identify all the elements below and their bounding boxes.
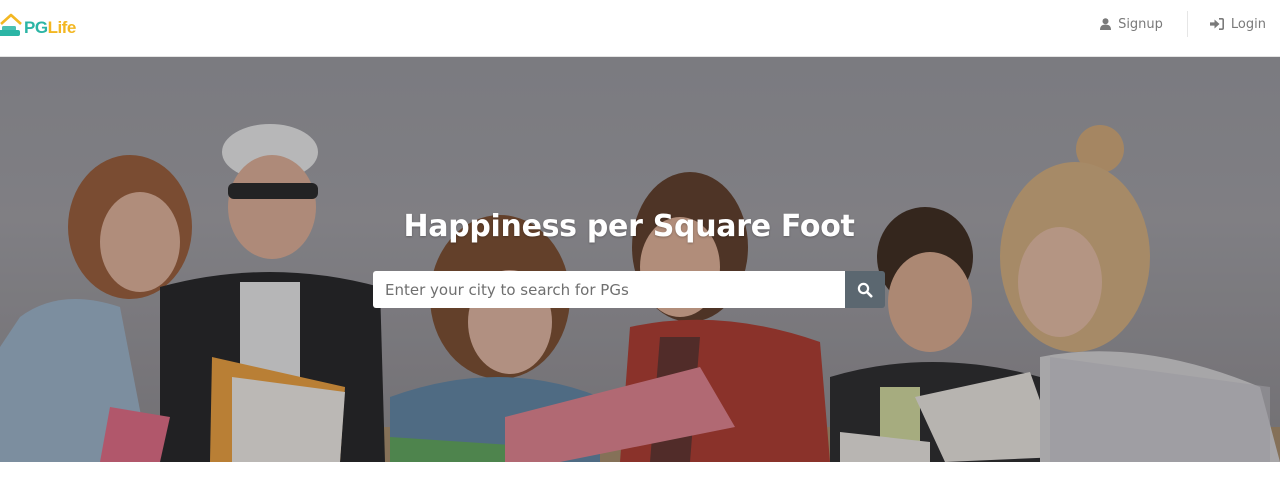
search-button[interactable] — [845, 271, 885, 308]
city-search-form — [373, 271, 885, 308]
logo-life-text: Life — [47, 18, 77, 37]
logo-text: PGLife — [24, 18, 76, 38]
house-logo-icon — [0, 13, 22, 36]
hero-overlay — [0, 57, 1280, 462]
nav-divider — [1186, 11, 1188, 37]
header-nav: Signup Login — [1100, 0, 1266, 48]
signup-label: Signup — [1118, 16, 1163, 32]
logo-pg-text: PG — [24, 18, 48, 37]
hero-banner: Happiness per Square Foot — [0, 57, 1280, 462]
sign-in-icon — [1209, 18, 1224, 30]
login-label: Login — [1230, 16, 1266, 32]
hero-title: Happiness per Square Foot — [403, 209, 855, 244]
site-logo[interactable]: PGLife — [0, 9, 76, 43]
signup-link[interactable]: Signup — [1100, 17, 1163, 32]
user-icon — [1100, 18, 1112, 30]
site-header: PGLife Signup Login — [0, 0, 1280, 57]
search-icon — [857, 282, 873, 297]
login-link[interactable]: Login — [1209, 16, 1266, 32]
city-search-input[interactable] — [373, 271, 845, 308]
